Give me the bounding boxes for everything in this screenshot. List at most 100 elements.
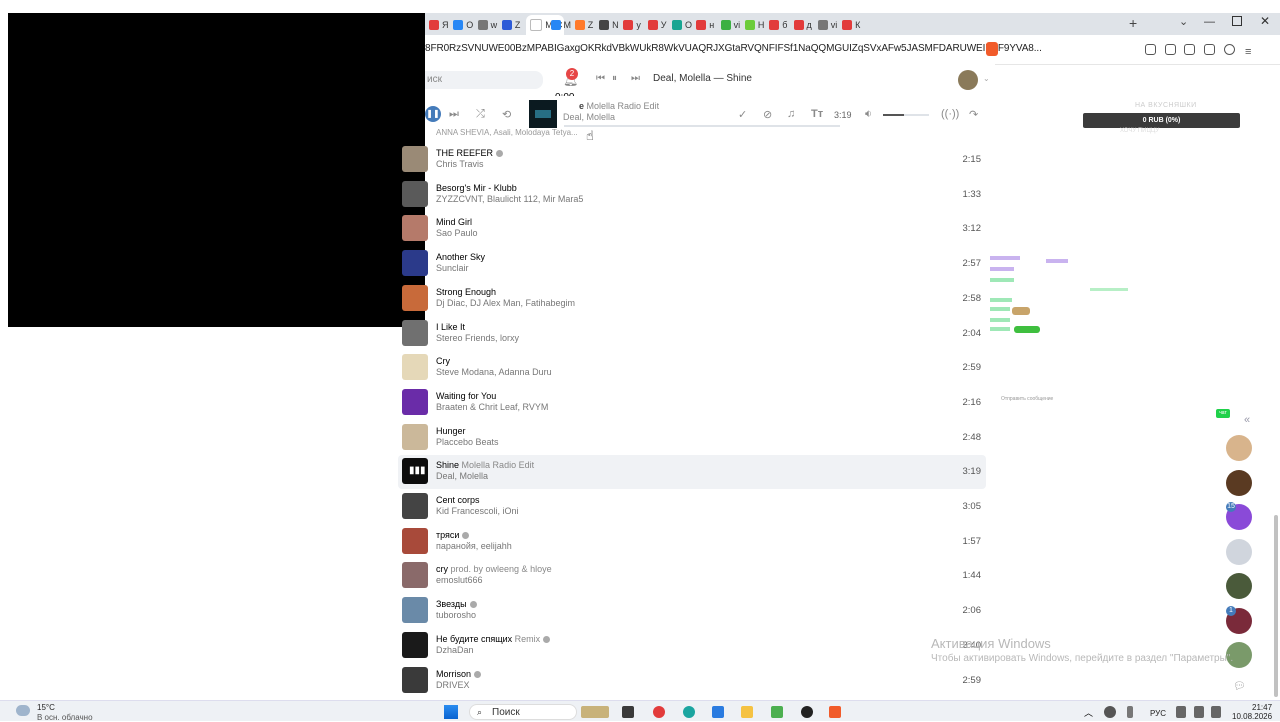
track-artist[interactable]: DRIVEX (436, 680, 470, 690)
next-track-icon[interactable]: ⏭ (631, 73, 640, 84)
volume-tray-icon[interactable] (1194, 706, 1204, 718)
shuffle-icon[interactable]: ⤮ (476, 108, 485, 121)
track-cover[interactable] (402, 284, 428, 311)
conversation-avatar[interactable] (1226, 573, 1252, 599)
brave-shield-icon[interactable] (986, 42, 998, 56)
track-cover[interactable] (402, 146, 428, 172)
url-text[interactable]: 8FR0RzSVNUWE00BzMPABIGaxgOKRkdVBkWUkR8Wk… (425, 43, 1042, 54)
share-icon[interactable]: ↷ (969, 108, 978, 121)
edge-icon[interactable] (683, 706, 695, 718)
prev-track-icon[interactable]: ⏮ (596, 73, 605, 84)
track-artist[interactable]: паранойя, eelijahh (436, 541, 512, 551)
track-cover[interactable] (402, 423, 428, 450)
track-artist[interactable]: Chris Travis (436, 159, 484, 169)
track-cover[interactable] (402, 354, 428, 381)
browser-tab[interactable]: Z (574, 16, 601, 33)
browser-tab[interactable]: К (842, 16, 868, 33)
store-icon[interactable] (712, 706, 724, 718)
track-cover[interactable] (402, 180, 428, 207)
track-title[interactable]: Cent corps (436, 495, 480, 505)
yandex-browser-icon[interactable] (653, 706, 665, 718)
tray-chevron-icon[interactable]: ︿ (1084, 706, 1093, 719)
browser-tab[interactable]: н (696, 16, 722, 33)
scrollbar-thumb[interactable] (1274, 515, 1278, 697)
track-row[interactable]: ▮▮▮ Shine Molella Radio Edit Deal, Molella… (398, 455, 986, 490)
address-bar[interactable]: 8FR0RzSVNUWE00BzMPABIGaxgOKRkdVBkWUkR8Wk… (425, 35, 1280, 65)
chevron-down-icon[interactable]: ⌄ (983, 74, 990, 83)
taskbar-search[interactable]: Поиск (469, 704, 577, 720)
messages-icon[interactable]: 💬︎ (1233, 681, 1246, 692)
browser-tab[interactable]: vi (817, 16, 844, 33)
track-artist[interactable]: Stereo Friends, lorxy (436, 333, 519, 343)
track-title[interactable]: Не будите спящих Remix (436, 634, 551, 644)
track-row[interactable]: Strong Enough Dj Diac, DJ Alex Man, Fatih… (398, 282, 986, 316)
network-icon[interactable] (1176, 706, 1186, 718)
app-icon[interactable] (622, 706, 634, 718)
check-icon[interactable]: ✓ (738, 108, 747, 121)
track-title[interactable]: Morrison (436, 669, 482, 679)
conversation-avatar[interactable] (1226, 469, 1252, 496)
clock[interactable]: 21:47 10.08.2026 (1232, 703, 1272, 721)
track-title[interactable]: Cry (436, 356, 450, 366)
new-tab-button[interactable]: + (1129, 15, 1137, 31)
track-artist[interactable]: ZYZZCVNT, Blaulicht 112, Mir Mara5 (436, 194, 583, 204)
lyrics-icon[interactable]: Tт (811, 108, 823, 120)
track-row[interactable]: Mind Girl Sao Paulo 3:12 (398, 212, 986, 246)
sidebar-icon[interactable] (1184, 44, 1195, 55)
close-window-button[interactable]: ✕ (1260, 14, 1270, 28)
browser-tab[interactable]: д (793, 16, 820, 33)
browser-tab[interactable]: У (647, 16, 674, 33)
volume-slider[interactable] (883, 114, 929, 116)
track-title[interactable]: THE REEFER (436, 148, 504, 158)
track-cover[interactable] (402, 215, 428, 242)
tab-search-chevron-icon[interactable]: ⌄ (1179, 15, 1188, 28)
track-row[interactable]: Waiting for You Braaten & Chrit Leaf, RVY… (398, 386, 986, 420)
browser-tab[interactable]: Z (501, 16, 528, 33)
browser-tab[interactable]: О (672, 16, 698, 33)
track-row[interactable]: Another Sky Sunclair 2:57 (398, 247, 986, 281)
track-row[interactable]: THE REEFER Chris Travis 2:15 (398, 143, 986, 177)
language-indicator[interactable]: РУС (1150, 709, 1166, 718)
explorer-icon[interactable] (741, 706, 753, 718)
track-title[interactable]: Another Sky (436, 252, 485, 262)
next-icon[interactable]: ⏭ (449, 108, 459, 121)
track-title[interactable]: Waiting for You (436, 391, 496, 401)
pause-icon[interactable]: ⏸ (612, 73, 617, 84)
track-cover[interactable] (402, 388, 428, 415)
search-input[interactable]: иск (425, 71, 543, 89)
extension-icon[interactable] (1145, 44, 1156, 55)
browser-tab[interactable]: vi (720, 16, 747, 33)
track-cover[interactable] (402, 527, 428, 554)
track-title[interactable]: Besorg's Mir - Klubb (436, 183, 517, 193)
start-button[interactable] (444, 705, 458, 719)
track-row[interactable]: Morrison DRIVEX 2:59 (398, 664, 986, 698)
browser-tab[interactable]: у (623, 16, 649, 33)
conversation-avatar[interactable] (1226, 435, 1252, 461)
track-row[interactable]: Не будите спящих Remix DzhaDan 3:40 (398, 629, 986, 663)
track-title[interactable]: Strong Enough (436, 287, 496, 297)
green-app-icon[interactable] (771, 706, 783, 718)
music-icon[interactable] (1165, 44, 1176, 55)
track-cover[interactable] (402, 250, 428, 277)
track-artist[interactable]: Kid Francescoli, iOni (436, 506, 519, 516)
track-title[interactable]: cry prod. by owleeng & hloye (436, 564, 552, 574)
profile-avatar[interactable] (958, 70, 978, 90)
track-cover[interactable] (402, 493, 428, 519)
dislike-icon[interactable]: ⊘ (763, 108, 772, 121)
track-title[interactable]: тряси (436, 530, 470, 540)
mini-now-playing[interactable]: Deal, Molella — Shine (653, 73, 752, 84)
weather-temperature[interactable]: 15°C (37, 703, 55, 712)
battery-icon[interactable] (1211, 706, 1221, 718)
track-title[interactable]: Shine Molella Radio Edit (436, 460, 534, 470)
track-title[interactable]: Mind Girl (436, 217, 472, 227)
track-row[interactable]: Cry Steve Modana, Adanna Duru 2:59 (398, 351, 986, 385)
vpn-icon[interactable] (1224, 44, 1235, 55)
obs-icon[interactable] (801, 706, 813, 718)
track-cover[interactable] (402, 597, 428, 624)
track-row[interactable]: Hunger Placcebo Beats 2:48 (398, 421, 986, 455)
brave-icon[interactable] (829, 706, 841, 718)
track-row[interactable]: тряси паранойя, eelijahh 1:57 (398, 525, 986, 559)
track-title[interactable]: I Like It (436, 322, 465, 332)
menu-icon[interactable]: ≡ (1245, 44, 1256, 58)
tray-mic-icon[interactable] (1127, 706, 1133, 718)
